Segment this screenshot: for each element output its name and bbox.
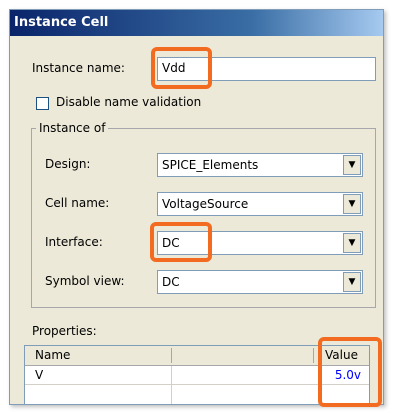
design-value: SPICE_Elements: [162, 158, 259, 172]
symbol-view-label: Symbol view:: [45, 274, 125, 288]
cell-name-select[interactable]: VoltageSource ▼: [157, 192, 363, 216]
column-divider[interactable]: [313, 348, 314, 363]
symbol-view-select[interactable]: DC ▼: [157, 270, 363, 294]
chevron-down-icon[interactable]: ▼: [343, 155, 361, 175]
design-select[interactable]: SPICE_Elements ▼: [157, 153, 363, 177]
property-name-cell: V: [35, 368, 44, 382]
highlight-interface: [150, 222, 212, 262]
cell-name-label: Cell name:: [45, 196, 110, 210]
dialog-title: Instance Cell: [10, 10, 383, 36]
chevron-down-icon[interactable]: ▼: [343, 233, 361, 253]
column-divider[interactable]: [171, 348, 172, 363]
highlight-instance-name: [151, 47, 212, 89]
cell-name-value: VoltageSource: [162, 197, 249, 211]
instance-of-legend: Instance of: [36, 121, 109, 135]
properties-label: Properties:: [32, 324, 97, 338]
chevron-down-icon[interactable]: ▼: [343, 194, 361, 214]
interface-label: Interface:: [45, 235, 103, 249]
disable-name-validation-checkbox[interactable]: [36, 97, 49, 110]
disable-name-validation-label: Disable name validation: [56, 95, 202, 109]
highlight-value: [318, 337, 382, 407]
column-divider: [171, 366, 172, 404]
design-label: Design:: [45, 157, 91, 171]
chevron-down-icon[interactable]: ▼: [343, 272, 361, 292]
symbol-view-value: DC: [162, 275, 180, 289]
instance-name-label: Instance name:: [32, 61, 125, 75]
column-header-name[interactable]: Name: [35, 346, 70, 365]
